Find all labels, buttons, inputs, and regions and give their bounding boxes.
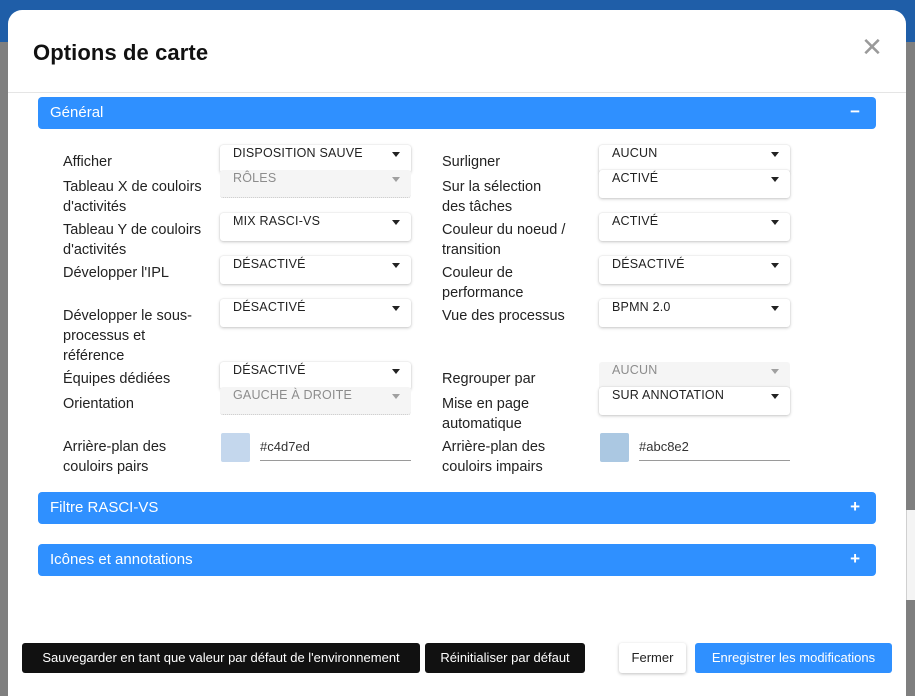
color-input-odd[interactable]: #abc8e2 xyxy=(639,433,790,461)
arriere-pairs-label: Arrière-plan des couloirs pairs xyxy=(63,439,167,475)
dialog-title: Options de carte xyxy=(33,40,209,65)
vue-processus-select[interactable]: BPMN 2.0 xyxy=(599,299,790,327)
afficher-select[interactable]: DISPOSITION SAUVE xyxy=(220,145,411,173)
tableau-y-label: Tableau Y de couloirs d'activités xyxy=(63,222,202,258)
surligner-select[interactable]: AUCUN xyxy=(599,145,790,173)
orientation-label: Orientation xyxy=(63,396,134,412)
caret-down-icon xyxy=(771,177,779,182)
tableau-x-select: RÔLES xyxy=(220,170,411,198)
developper-ipl-label: Développer l'IPL xyxy=(63,265,169,281)
developper-sous-select[interactable]: DÉSACTIVÉ xyxy=(220,299,411,327)
color-input-even[interactable]: #c4d7ed xyxy=(260,433,411,461)
header-divider xyxy=(8,92,906,93)
caret-down-icon xyxy=(771,152,779,157)
caret-down-icon xyxy=(771,369,779,374)
close-icon[interactable]: ✕ xyxy=(861,34,883,60)
regrouper-label: Regrouper par xyxy=(442,371,536,387)
section-filter-header[interactable]: Filtre RASCI-VS + xyxy=(38,492,876,524)
collapse-icon: − xyxy=(850,102,860,121)
couleur-perf-label: Couleur de performance xyxy=(442,265,524,301)
vue-processus-label: Vue des processus xyxy=(442,308,565,324)
developper-sous-label: Développer le sous-processus et référenc… xyxy=(63,308,192,364)
orientation-value: GAUCHE À DROITE xyxy=(233,388,352,402)
arriere-impairs-label: Arrière-plan des couloirs impairs xyxy=(442,439,546,475)
tableau-y-value: MIX RASCI-VS xyxy=(233,214,321,228)
regrouper-value: AUCUN xyxy=(612,363,658,377)
caret-down-icon xyxy=(771,263,779,268)
color-swatch-even[interactable] xyxy=(221,433,250,462)
reset-default-button[interactable]: Réinitialiser par défaut xyxy=(425,643,585,673)
developper-ipl-value: DÉSACTIVÉ xyxy=(233,257,306,271)
close-button[interactable]: Fermer xyxy=(619,643,686,673)
surligner-label: Surligner xyxy=(442,154,501,170)
expand-icon: + xyxy=(850,497,860,516)
caret-down-icon xyxy=(771,220,779,225)
color-value-odd: #abc8e2 xyxy=(639,439,689,454)
couleur-noeud-select[interactable]: ACTIVÉ xyxy=(599,213,790,241)
regrouper-select: AUCUN xyxy=(599,362,790,390)
selection-taches-value: ACTIVÉ xyxy=(612,171,659,185)
section-general-label: Général xyxy=(50,104,104,121)
equipes-label: Équipes dédiées xyxy=(63,371,171,387)
vue-processus-value: BPMN 2.0 xyxy=(612,300,671,314)
couleur-perf-value: DÉSACTIVÉ xyxy=(612,257,685,271)
equipes-select[interactable]: DÉSACTIVÉ xyxy=(220,362,411,390)
couleur-noeud-value: ACTIVÉ xyxy=(612,214,659,228)
afficher-value: DISPOSITION SAUVE xyxy=(233,146,363,160)
caret-down-icon xyxy=(392,263,400,268)
mise-en-page-value: SUR ANNOTATION xyxy=(612,388,725,402)
section-icons-label: Icônes et annotations xyxy=(50,551,193,568)
equipes-value: DÉSACTIVÉ xyxy=(233,363,306,377)
caret-down-icon xyxy=(392,369,400,374)
couleur-noeud-label: Couleur du noeud / transition xyxy=(442,222,566,258)
caret-down-icon xyxy=(392,306,400,311)
caret-down-icon xyxy=(771,394,779,399)
surligner-value: AUCUN xyxy=(612,146,658,160)
caret-down-icon xyxy=(392,177,400,182)
developper-ipl-select[interactable]: DÉSACTIVÉ xyxy=(220,256,411,284)
tableau-x-label: Tableau X de couloirs d'activités xyxy=(63,179,202,215)
background-panel-edge xyxy=(906,510,915,600)
section-filter-label: Filtre RASCI-VS xyxy=(50,499,159,516)
mise-en-page-label: Mise en page automatique xyxy=(442,396,530,432)
couleur-perf-select[interactable]: DÉSACTIVÉ xyxy=(599,256,790,284)
section-general-header[interactable]: Général − xyxy=(38,97,876,129)
developper-sous-value: DÉSACTIVÉ xyxy=(233,300,306,314)
color-value-even: #c4d7ed xyxy=(260,439,310,454)
tableau-y-select[interactable]: MIX RASCI-VS xyxy=(220,213,411,241)
orientation-select: GAUCHE À DROITE xyxy=(220,387,411,415)
section-icons-header[interactable]: Icônes et annotations + xyxy=(38,544,876,576)
afficher-label: Afficher xyxy=(63,154,112,170)
map-options-dialog: Options de carte ✕ Général − Afficher DI… xyxy=(8,10,906,696)
mise-en-page-select[interactable]: SUR ANNOTATION xyxy=(599,387,790,415)
selection-taches-select[interactable]: ACTIVÉ xyxy=(599,170,790,198)
caret-down-icon xyxy=(392,394,400,399)
expand-icon: + xyxy=(850,549,860,568)
selection-taches-label: Sur la sélection des tâches xyxy=(442,179,542,215)
tableau-x-value: RÔLES xyxy=(233,171,277,185)
save-as-default-button[interactable]: Sauvegarder en tant que valeur par défau… xyxy=(22,643,420,673)
caret-down-icon xyxy=(392,152,400,157)
caret-down-icon xyxy=(771,306,779,311)
color-swatch-odd[interactable] xyxy=(600,433,629,462)
caret-down-icon xyxy=(392,220,400,225)
save-changes-button[interactable]: Enregistrer les modifications xyxy=(695,643,892,673)
